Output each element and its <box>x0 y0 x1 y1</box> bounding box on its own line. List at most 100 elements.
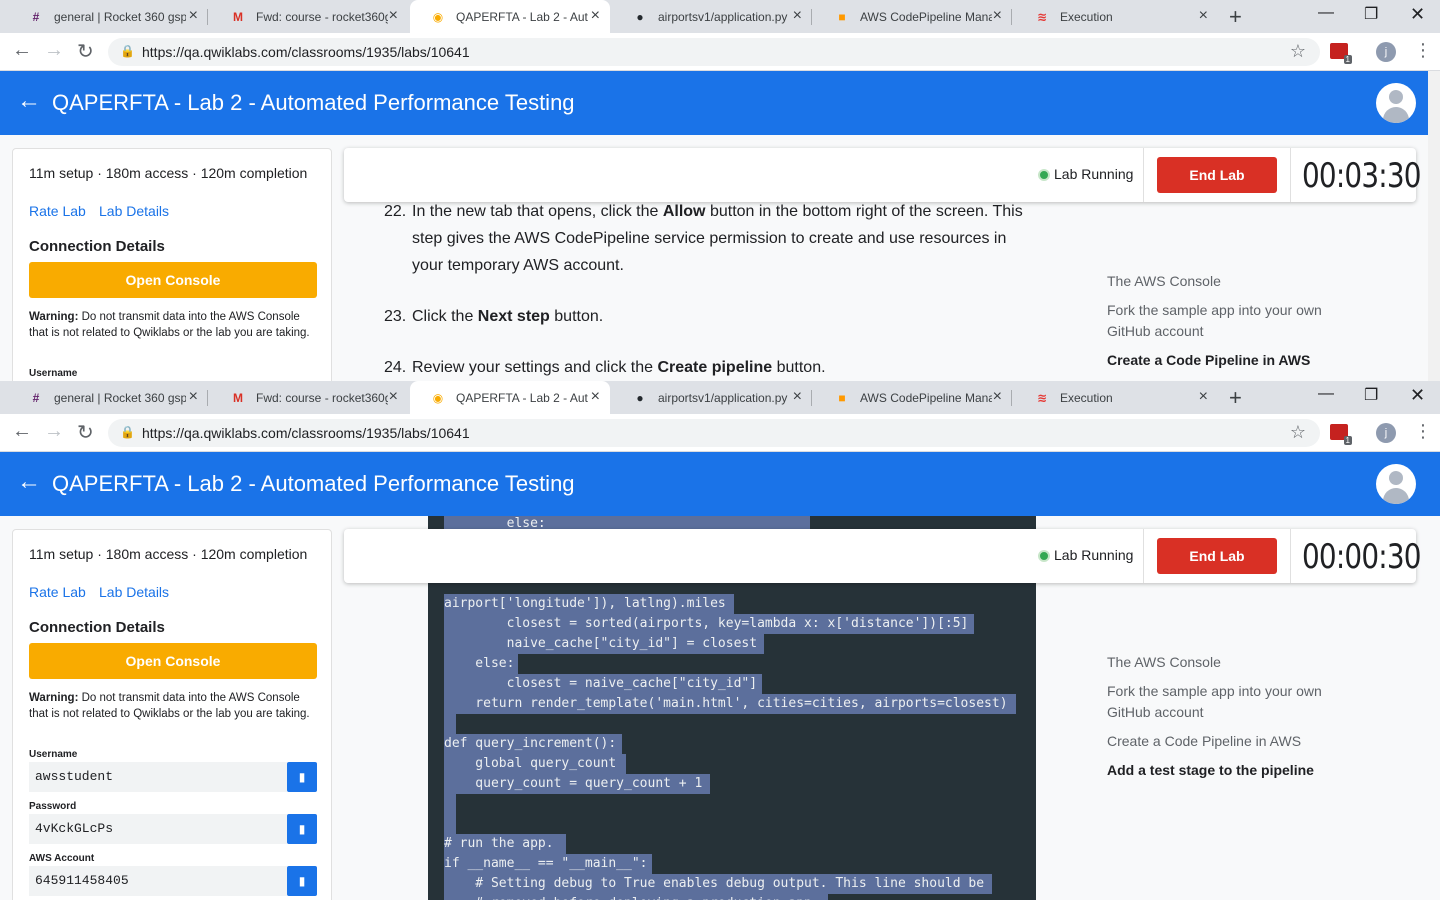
table-of-contents: The AWS Console Fork the sample app into… <box>1107 271 1347 379</box>
step-bold: Next step <box>477 308 550 325</box>
forward-icon[interactable]: → <box>44 39 64 62</box>
tab-close-icon[interactable]: × <box>591 388 600 406</box>
username-field[interactable]: awsstudent <box>29 762 287 792</box>
menu-dots-icon[interactable]: ⋮ <box>1414 421 1432 442</box>
step-text: Review your settings and click the <box>412 359 658 376</box>
maximize-icon[interactable]: ❐ <box>1364 4 1378 24</box>
browser-tab[interactable]: ◉ QAPERFTA - Lab 2 - Autom× <box>410 0 610 33</box>
new-tab-button[interactable]: + <box>1229 385 1242 411</box>
scrollbar[interactable] <box>1428 71 1440 381</box>
slack-icon: # <box>32 10 40 24</box>
profile-avatar[interactable]: j <box>1376 42 1396 62</box>
reload-icon[interactable]: ↻ <box>77 39 94 64</box>
browser-tab[interactable]: ≋ Execution × <box>1014 381 1218 414</box>
back-arrow-icon[interactable]: ← <box>17 87 41 115</box>
profile-avatar[interactable]: j <box>1376 423 1396 443</box>
end-lab-button[interactable]: End Lab <box>1157 538 1277 574</box>
step-22: 22. In the new tab that opens, click the … <box>384 198 1024 279</box>
lab-details-link[interactable]: Lab Details <box>99 584 169 600</box>
step-bold: Create pipeline <box>657 359 773 376</box>
step-text: In the new tab that opens, click the <box>412 203 663 220</box>
lab-details-link[interactable]: Lab Details <box>99 203 169 219</box>
bookmark-star-icon[interactable]: ☆ <box>1290 422 1306 443</box>
browser-tab[interactable]: # general | Rocket 360 gsp × <box>8 381 208 414</box>
open-console-button[interactable]: Open Console <box>29 643 317 679</box>
toc-item[interactable]: The AWS Console <box>1107 271 1347 292</box>
new-tab-button[interactable]: + <box>1229 4 1242 30</box>
browser-tab[interactable]: ≋ Execution × <box>1014 0 1218 33</box>
tab-close-icon[interactable]: × <box>1199 388 1208 406</box>
minimize-icon[interactable]: — <box>1318 4 1334 22</box>
tab-close-icon[interactable]: × <box>189 7 198 25</box>
aws-icon: ■ <box>838 391 846 405</box>
url-field[interactable]: 🔒 https://qa.qwiklabs.com/classrooms/193… <box>108 38 1320 66</box>
tab-close-icon[interactable]: × <box>993 7 1002 25</box>
tab-close-icon[interactable]: × <box>993 388 1002 406</box>
rate-lab-link[interactable]: Rate Lab <box>29 203 86 219</box>
code-line: # run the app. <box>444 834 566 854</box>
code-line: # removed before deploying a production … <box>444 894 828 900</box>
extension-icon[interactable]: 1 <box>1330 43 1352 64</box>
browser-tab[interactable]: ● airportsv1/application.py × <box>612 0 812 33</box>
browser-tab[interactable]: ■ AWS CodePipeline Manag × <box>814 381 1012 414</box>
toc-item-current[interactable]: Add a test stage to the pipeline <box>1107 760 1347 781</box>
bookmark-star-icon[interactable]: ☆ <box>1290 41 1306 62</box>
browser-tab[interactable]: M Fwd: course - rocket360gs × <box>210 381 408 414</box>
rate-lab-link[interactable]: Rate Lab <box>29 584 86 600</box>
url-field[interactable]: 🔒 https://qa.qwiklabs.com/classrooms/193… <box>108 419 1320 447</box>
browser-tab[interactable]: # general | Rocket 360 gsp × <box>8 0 208 33</box>
user-avatar[interactable] <box>1376 464 1416 504</box>
menu-dots-icon[interactable]: ⋮ <box>1414 40 1432 61</box>
browser-window-top: # general | Rocket 360 gsp × M Fwd: course -… <box>0 0 1440 381</box>
aws-account-label: AWS Account <box>29 853 95 864</box>
tab-close-icon[interactable]: × <box>389 388 398 406</box>
close-window-icon[interactable]: ✕ <box>1410 385 1425 406</box>
page-title: QAPERFTA - Lab 2 - Automated Performance… <box>52 471 575 496</box>
back-icon[interactable]: ← <box>12 420 32 443</box>
toc-item[interactable]: Fork the sample app into your own GitHub… <box>1107 681 1347 723</box>
address-bar: ← → ↻ 🔒 https://qa.qwiklabs.com/classroo… <box>0 414 1440 452</box>
lab-panel: 11m setup · 180m access · 120m completio… <box>12 148 332 381</box>
back-arrow-icon[interactable]: ← <box>17 468 41 496</box>
tab-close-icon[interactable]: × <box>189 388 198 406</box>
extension-icon[interactable]: 1 <box>1330 424 1352 445</box>
running-indicator-icon <box>1038 169 1050 181</box>
tab-close-icon[interactable]: × <box>793 388 802 406</box>
tab-separator <box>207 390 208 406</box>
tab-close-icon[interactable]: × <box>1199 7 1208 25</box>
tab-title: Execution <box>1060 391 1113 405</box>
code-line <box>444 794 456 814</box>
end-lab-button[interactable]: End Lab <box>1157 157 1277 193</box>
code-line: return render_template('main.html', citi… <box>444 694 1016 714</box>
password-field[interactable]: 4vKckGLcPs <box>29 814 287 844</box>
browser-tab[interactable]: ■ AWS CodePipeline Manag × <box>814 0 1012 33</box>
code-line: global query_count <box>444 754 626 774</box>
browser-tab[interactable]: ◉ QAPERFTA - Lab 2 - Autom× <box>410 381 610 414</box>
tab-close-icon[interactable]: × <box>591 7 600 25</box>
tab-close-icon[interactable]: × <box>389 7 398 25</box>
user-avatar[interactable] <box>1376 83 1416 123</box>
toc-item[interactable]: Fork the sample app into your own GitHub… <box>1107 300 1347 342</box>
code-line: def query_increment(): <box>444 734 622 754</box>
step-number: 22. <box>384 203 407 220</box>
toc-item[interactable]: The AWS Console <box>1107 652 1347 673</box>
aws-account-field[interactable]: 645911458405 <box>29 866 287 896</box>
forward-icon[interactable]: → <box>44 420 64 443</box>
browser-tab[interactable]: M Fwd: course - rocket360gs × <box>210 0 408 33</box>
close-window-icon[interactable]: ✕ <box>1410 4 1425 25</box>
step-number: 24. <box>384 359 407 376</box>
copy-account-button[interactable]: ▮ <box>287 866 317 896</box>
lab-content: else: airport['longitude']), latlng).mile… <box>0 516 1440 900</box>
toc-item-current[interactable]: Create a Code Pipeline in AWS <box>1107 350 1347 371</box>
maximize-icon[interactable]: ❐ <box>1364 385 1378 405</box>
reload-icon[interactable]: ↻ <box>77 420 94 445</box>
toc-item[interactable]: Create a Code Pipeline in AWS <box>1107 731 1347 752</box>
tab-close-icon[interactable]: × <box>793 7 802 25</box>
minimize-icon[interactable]: — <box>1318 385 1334 403</box>
browser-window-bottom: # general | Rocket 360 gsp × M Fwd: course -… <box>0 381 1440 900</box>
copy-username-button[interactable]: ▮ <box>287 762 317 792</box>
browser-tab[interactable]: ● airportsv1/application.py × <box>612 381 812 414</box>
back-icon[interactable]: ← <box>12 39 32 62</box>
copy-password-button[interactable]: ▮ <box>287 814 317 844</box>
open-console-button[interactable]: Open Console <box>29 262 317 298</box>
